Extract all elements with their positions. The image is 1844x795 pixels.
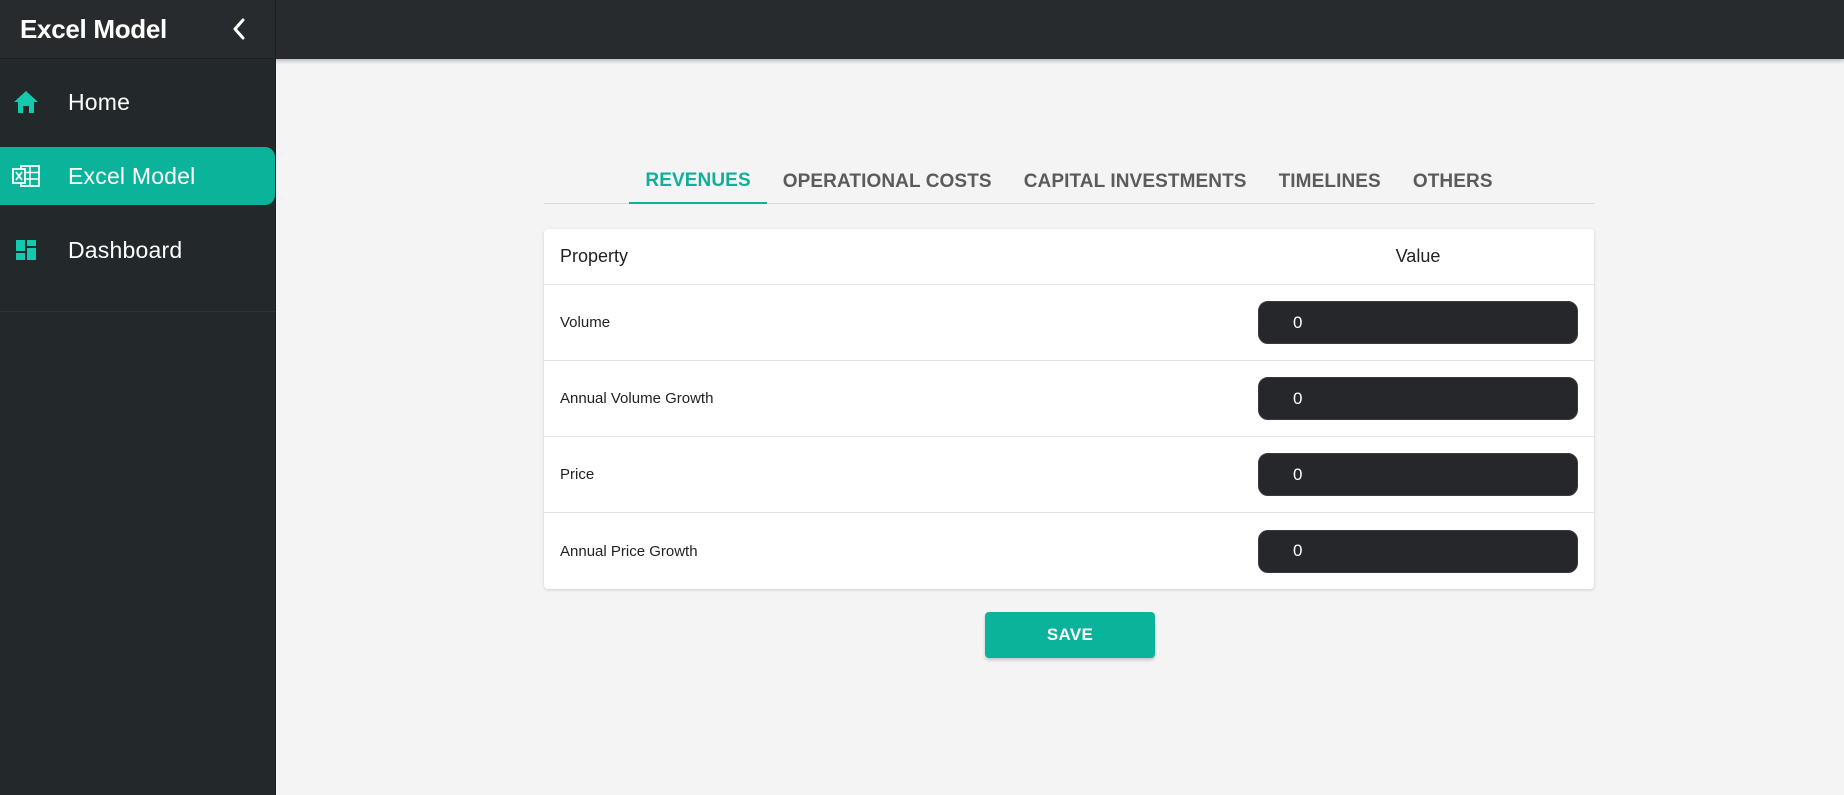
value-cell [1258,529,1578,573]
table-row: Annual Price Growth [544,513,1594,589]
top-app-bar [0,0,1844,59]
tab-others[interactable]: OTHERS [1397,159,1509,204]
sidebar-item-dashboard[interactable]: Dashboard [0,221,275,279]
annual-price-growth-input[interactable] [1258,529,1578,573]
property-label-annual-price-growth: Annual Price Growth [560,542,698,560]
sidebar: Excel Model Home Excel Model Dashboard [0,0,276,795]
tab-operational-costs[interactable]: OPERATIONAL COSTS [767,159,1008,204]
value-cell [1258,377,1578,420]
tab-timelines[interactable]: TIMELINES [1263,159,1397,204]
table-row: Volume [544,285,1594,361]
sidebar-item-label: Home [68,88,131,115]
sidebar-item-home[interactable]: Home [0,73,275,131]
volume-input[interactable] [1258,301,1578,344]
tab-bar: REVENUES OPERATIONAL COSTS CAPITAL INVES… [544,159,1594,204]
collapse-sidebar-button[interactable] [223,13,255,45]
sidebar-item-label: Dashboard [68,236,183,263]
column-header-value: Value [1395,246,1441,266]
sidebar-item-excel-model[interactable]: Excel Model [0,147,275,205]
chevron-left-icon [233,18,245,40]
price-input[interactable] [1258,453,1578,496]
table-row: Price [544,437,1594,513]
table-header-row: Property Value [544,229,1594,285]
tab-capital-investments[interactable]: CAPITAL INVESTMENTS [1008,159,1263,204]
main-content: REVENUES OPERATIONAL COSTS CAPITAL INVES… [276,59,1844,795]
property-label-price: Price [560,466,595,483]
property-label-annual-volume-growth: Annual Volume Growth [560,390,714,407]
table-row: Annual Volume Growth [544,361,1594,437]
value-cell [1258,453,1578,496]
properties-table: Property Value Volume Annual Volume Grow… [544,229,1594,589]
home-icon [12,88,40,116]
dashboard-icon [12,236,40,264]
sidebar-item-label: Excel Model [68,162,196,189]
annual-volume-growth-input[interactable] [1258,377,1578,420]
property-label-volume: Volume [560,314,611,331]
save-button[interactable]: SAVE [985,612,1155,658]
sidebar-header: Excel Model [0,0,275,59]
tab-revenues[interactable]: REVENUES [629,159,767,204]
app-title: Excel Model [20,13,167,44]
sidebar-nav: Home Excel Model Dashboard [0,59,275,312]
value-cell [1258,301,1578,344]
excel-icon [12,162,40,190]
column-header-property: Property [560,246,629,266]
